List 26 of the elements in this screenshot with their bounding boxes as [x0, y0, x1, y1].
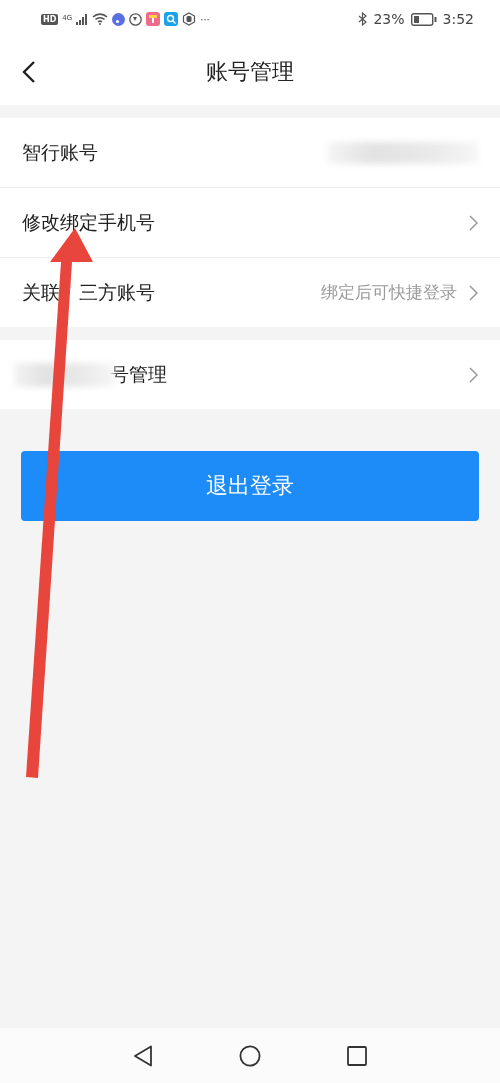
chevron-icon [469, 284, 478, 301]
wifi-icon [92, 13, 109, 25]
battery-icon [410, 12, 437, 26]
clock-time: 3:52 [442, 11, 474, 27]
back-nav-icon[interactable] [133, 1044, 153, 1067]
chevron-icon [469, 366, 478, 383]
music-app-icon [112, 12, 126, 26]
settings-row[interactable]: 智行账号 [0, 118, 500, 188]
row-label: 修改绑定手机号 [22, 209, 155, 235]
app-icon [146, 12, 161, 26]
row-label: 关联 [22, 279, 60, 305]
battery-percent: 23% [373, 11, 405, 27]
row-label: 三方账号 [79, 279, 155, 305]
bluetooth-icon [358, 12, 368, 26]
signal-icon [76, 13, 89, 25]
page-title: 账号管理 [206, 57, 294, 86]
row-hint: 绑定后可快捷登录 [321, 281, 457, 304]
search-app-icon [164, 12, 179, 26]
row-label: 智行账号 [22, 139, 98, 165]
row-label: 号管理 [110, 361, 167, 387]
recents-nav-icon[interactable] [347, 1045, 367, 1066]
home-nav-icon[interactable] [239, 1044, 261, 1067]
hd-badge: HD [41, 13, 59, 25]
more-notifications: ··· [200, 13, 210, 25]
chevron-icon [469, 214, 478, 231]
settings-row[interactable]: 关联 三方账号 绑定后可快捷登录 [0, 258, 500, 327]
